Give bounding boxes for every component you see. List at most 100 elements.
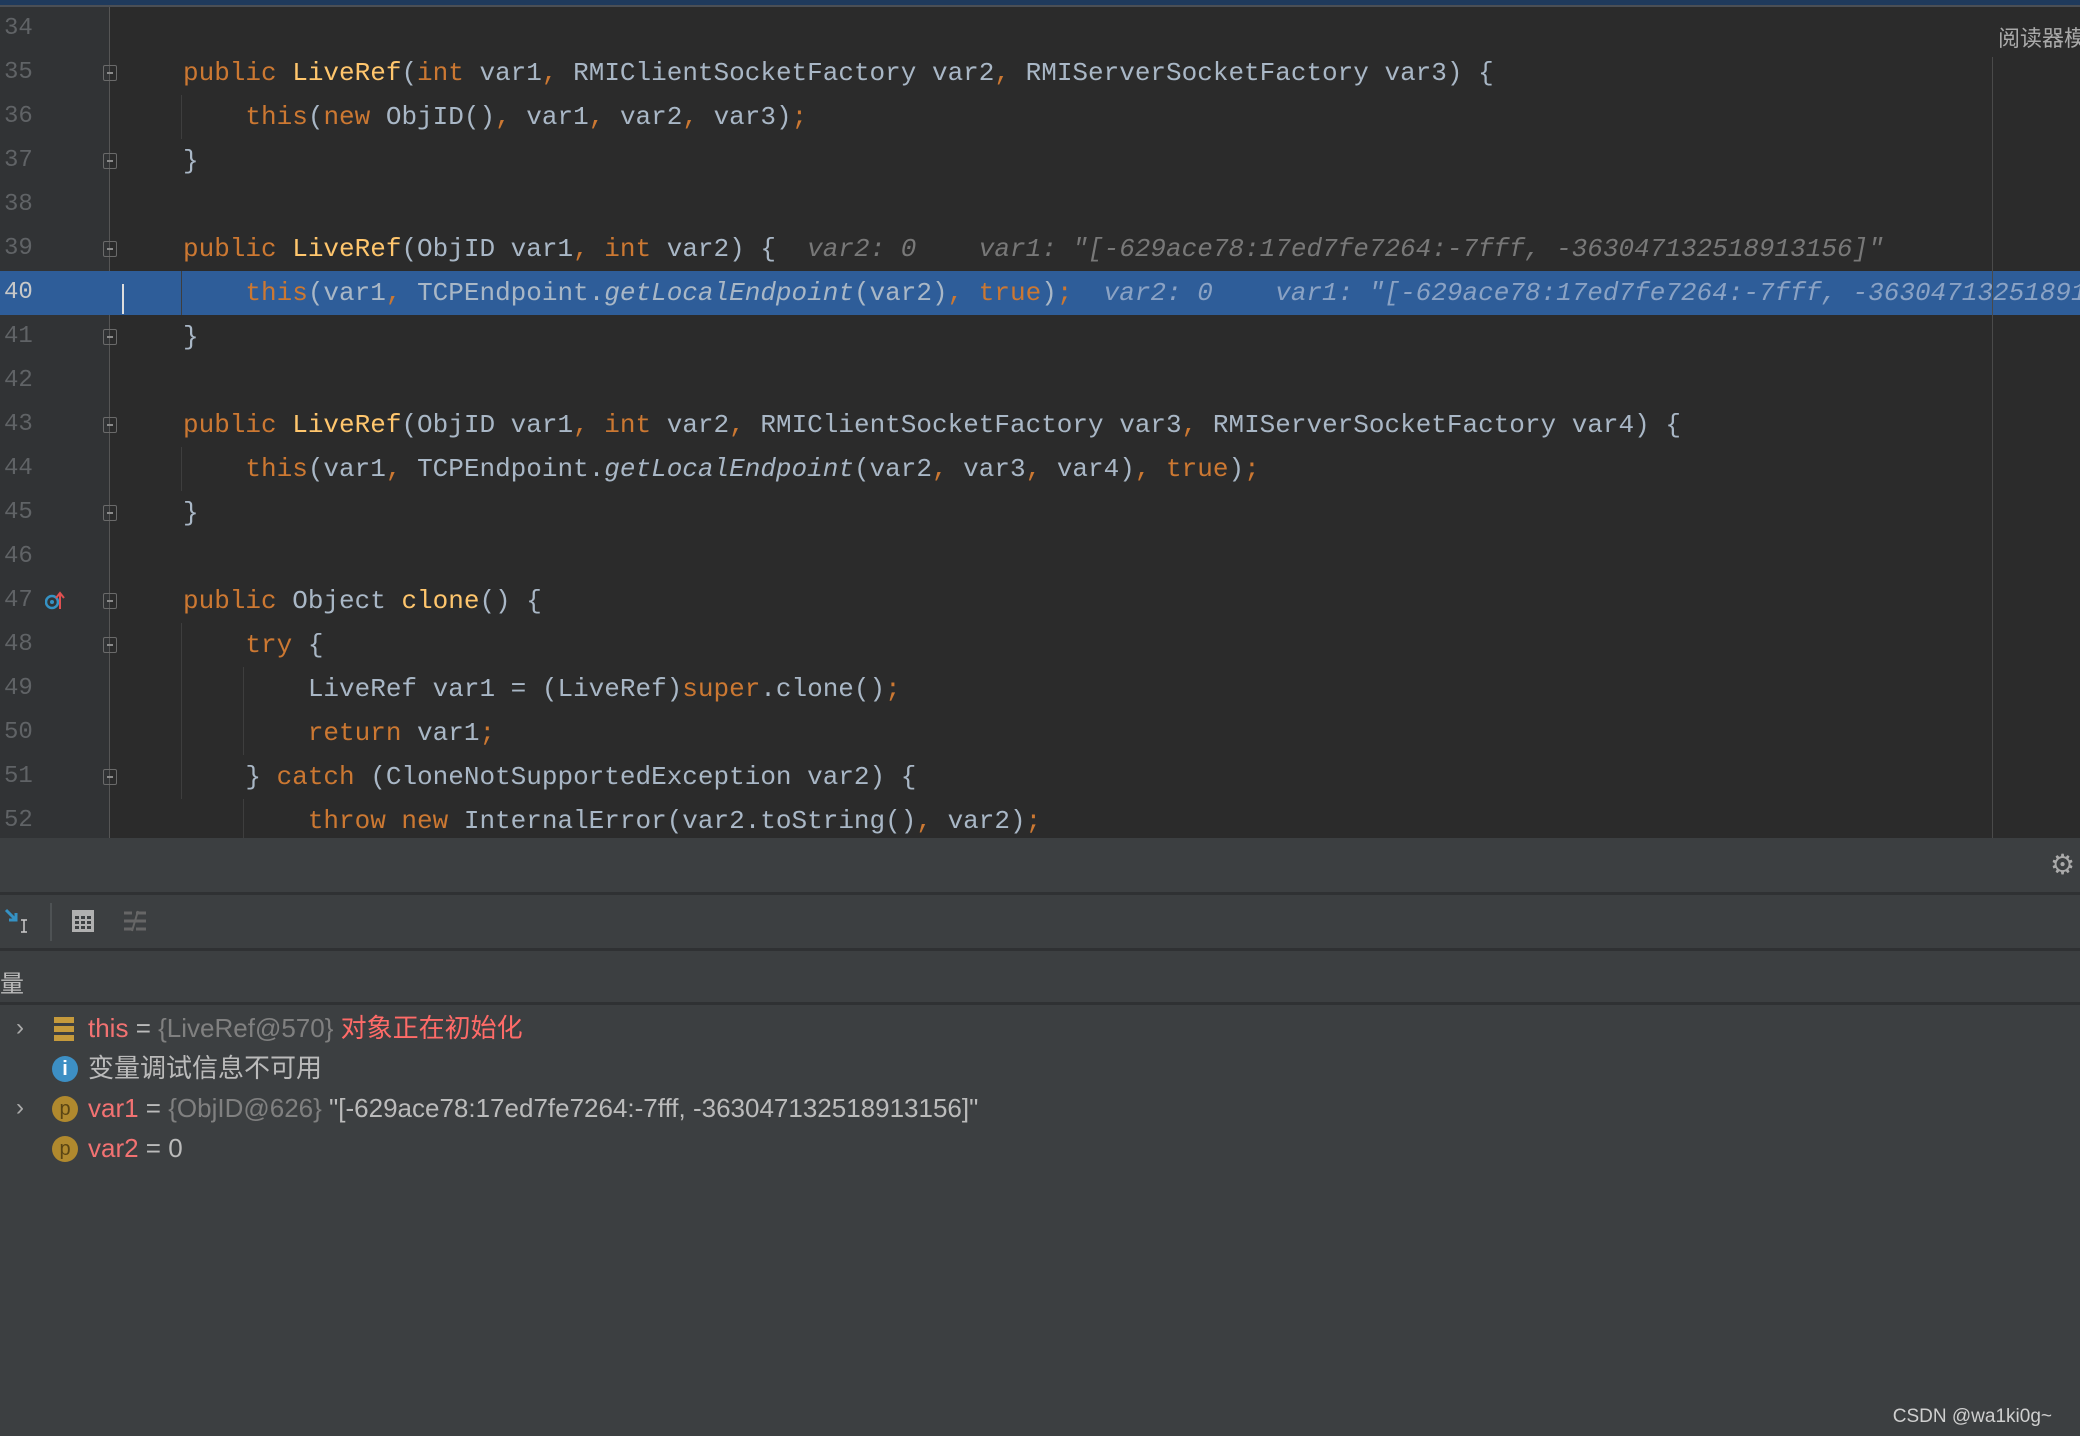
- code-token: ObjID(): [385, 102, 496, 132]
- code-line[interactable]: 46: [0, 535, 2080, 579]
- code-token: getLocalEndpoint: [604, 278, 854, 308]
- code-line[interactable]: 43 public LiveRef(ObjID var1, int var2, R…: [0, 403, 2080, 447]
- code-text: }: [183, 491, 199, 535]
- code-token: var2): [947, 806, 1026, 836]
- code-token: ;: [885, 674, 901, 704]
- code-line[interactable]: 44 this(var1, TCPEndpoint.getLocalEndpoi…: [0, 447, 2080, 491]
- reader-mode-button[interactable]: 阅读器模式: [1998, 21, 2080, 53]
- code-token: public: [183, 586, 293, 616]
- code-line[interactable]: 48 try {: [0, 623, 2080, 667]
- line-number[interactable]: 47: [4, 579, 44, 623]
- code-line[interactable]: 52 throw new InternalError(var2.toString…: [0, 799, 2080, 838]
- expand-chevron-icon[interactable]: ›: [16, 1088, 24, 1128]
- code-token: true: [1166, 454, 1229, 484]
- line-number[interactable]: 40: [4, 271, 44, 315]
- line-number[interactable]: 52: [4, 799, 44, 838]
- code-line[interactable]: 49 LiveRef var1 = (LiveRef)super.clone()…: [0, 667, 2080, 711]
- code-line[interactable]: 39 public LiveRef(ObjID var1, int var2) {…: [0, 227, 2080, 271]
- fold-marker-icon[interactable]: [103, 417, 117, 433]
- indent-guide: [243, 799, 244, 838]
- code-token: Object: [292, 586, 402, 616]
- code-text: this(var1, TCPEndpoint.getLocalEndpoint(…: [183, 447, 1259, 491]
- line-number[interactable]: 35: [4, 51, 44, 95]
- code-token: ,: [1134, 454, 1167, 484]
- current-execution-line[interactable]: 40 this(var1, TCPEndpoint.getLocalEndpoi…: [0, 271, 2080, 315]
- code-line[interactable]: 35 public LiveRef(int var1, RMIClientSock…: [0, 51, 2080, 95]
- code-token: ;: [1025, 806, 1042, 836]
- line-number[interactable]: 44: [4, 447, 44, 491]
- fold-marker-icon[interactable]: [103, 505, 117, 521]
- line-number[interactable]: 46: [4, 535, 44, 579]
- fold-marker-icon[interactable]: [103, 593, 117, 609]
- gear-icon[interactable]: ⚙: [2050, 851, 2076, 879]
- watermark: CSDN @wa1ki0g~: [1892, 1406, 2052, 1427]
- variable-type: {ObjID@626}: [168, 1093, 330, 1123]
- code-editor[interactable]: 34 35 public LiveRef(int var1, RMIClientSo…: [0, 7, 2080, 838]
- code-token: ,: [588, 102, 620, 132]
- code-token: {: [307, 630, 324, 660]
- line-number[interactable]: 43: [4, 403, 44, 447]
- code-token: throw new: [183, 806, 464, 836]
- code-line[interactable]: 50 return var1;: [0, 711, 2080, 755]
- variable-text: this = {LiveRef@570} 对象正在初始化: [88, 1008, 523, 1048]
- code-token: (var2: [853, 454, 932, 484]
- table-icon[interactable]: [70, 908, 96, 934]
- code-token: ,: [495, 102, 527, 132]
- window-top-bar: [0, 0, 2080, 7]
- line-number[interactable]: 48: [4, 623, 44, 667]
- code-line[interactable]: 41}: [0, 315, 2080, 359]
- equals: =: [138, 1093, 169, 1123]
- code-line[interactable]: 38: [0, 183, 2080, 227]
- variable-value: 变量调试信息不可用: [88, 1053, 323, 1083]
- code-token: RMIServerSocketFactory var3) {: [1025, 58, 1494, 88]
- code-token: var3: [963, 454, 1026, 484]
- code-line[interactable]: 47 public Object clone() {: [0, 579, 2080, 623]
- expand-chevron-icon[interactable]: ›: [16, 1008, 24, 1048]
- line-number[interactable]: 50: [4, 711, 44, 755]
- code-line[interactable]: 45}: [0, 491, 2080, 535]
- code-token: ,: [573, 410, 605, 440]
- fold-marker-icon[interactable]: [103, 65, 117, 81]
- line-number[interactable]: 37: [4, 139, 44, 183]
- variable-text: var2 = 0: [88, 1128, 183, 1168]
- code-token: ,: [947, 278, 979, 308]
- code-token: public: [183, 410, 293, 440]
- line-number[interactable]: 34: [4, 7, 44, 51]
- code-line[interactable]: 36 this(new ObjID(), var1, var2, var3);: [0, 95, 2080, 139]
- info-icon: i: [52, 1056, 78, 1082]
- code-line[interactable]: 42: [0, 359, 2080, 403]
- line-number[interactable]: 36: [4, 95, 44, 139]
- code-token: InternalError(var2.toString(): [463, 806, 917, 836]
- code-text: return var1;: [183, 711, 495, 755]
- line-number[interactable]: 39: [4, 227, 44, 271]
- code-token: TCPEndpoint.: [417, 278, 605, 308]
- fold-marker-icon[interactable]: [103, 637, 117, 653]
- fold-marker-icon[interactable]: [103, 153, 117, 169]
- fold-marker-icon[interactable]: [103, 241, 117, 257]
- fold-marker-icon[interactable]: [103, 329, 117, 345]
- line-number[interactable]: 41: [4, 315, 44, 359]
- code-text: LiveRef var1 = (LiveRef)super.clone();: [183, 667, 901, 711]
- line-number[interactable]: 42: [4, 359, 44, 403]
- fold-marker-icon[interactable]: [103, 769, 117, 785]
- code-token: new: [323, 102, 386, 132]
- overrides-method-icon[interactable]: [45, 591, 65, 611]
- step-into-icon[interactable]: [4, 908, 30, 934]
- variable-name: var2: [88, 1133, 139, 1163]
- line-number[interactable]: 38: [4, 183, 44, 227]
- indent-guide: [181, 447, 182, 491]
- indent-guide: [181, 271, 182, 315]
- code-token: public: [183, 58, 293, 88]
- code-line[interactable]: 37}: [0, 139, 2080, 183]
- line-number[interactable]: 49: [4, 667, 44, 711]
- code-line[interactable]: 51 } catch (CloneNotSupportedException v…: [0, 755, 2080, 799]
- code-token: var1: [526, 102, 589, 132]
- code-token: (var1: [307, 454, 386, 484]
- line-number[interactable]: 51: [4, 755, 44, 799]
- line-number[interactable]: 45: [4, 491, 44, 535]
- code-text: this(var1, TCPEndpoint.getLocalEndpoint(…: [183, 271, 2080, 315]
- code-token: ,: [682, 102, 714, 132]
- code-line[interactable]: 34: [0, 7, 2080, 51]
- restore-layout-icon[interactable]: [122, 908, 148, 934]
- code-token: ,: [729, 410, 761, 440]
